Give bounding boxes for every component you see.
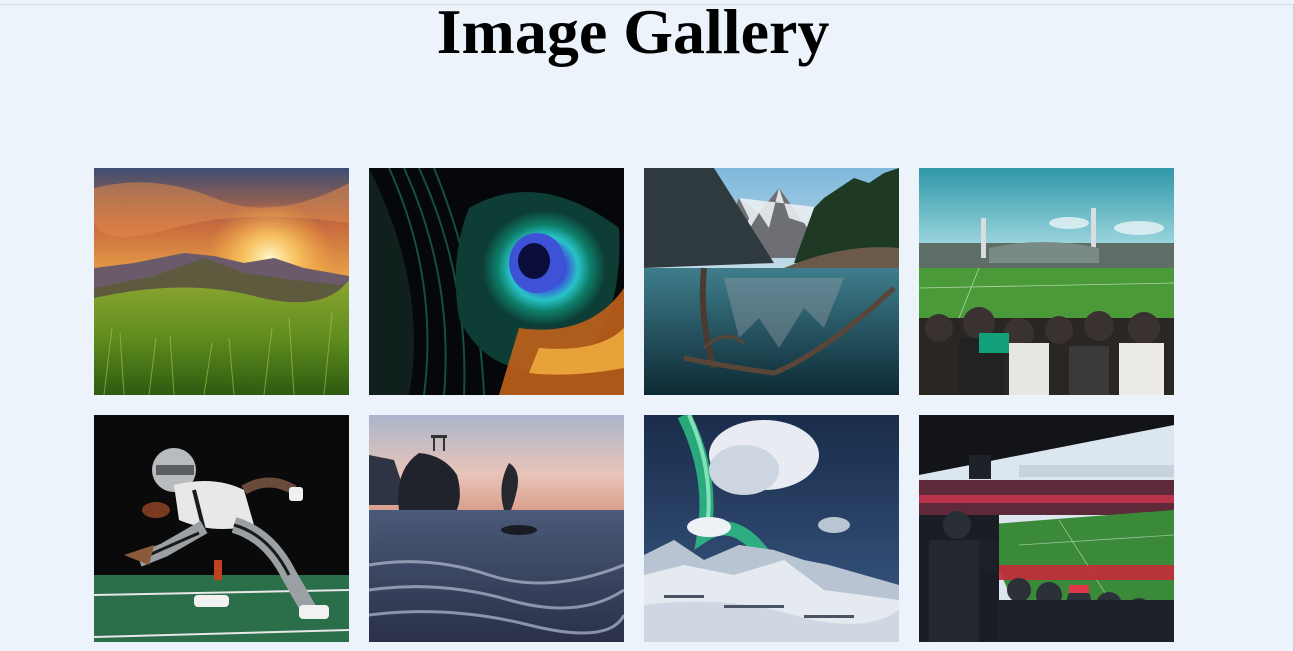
gallery-image-sea-rocks-sunset[interactable] — [369, 415, 624, 642]
gallery-image-mountain-sunset[interactable] — [94, 168, 349, 395]
image-gallery — [94, 168, 1174, 642]
gallery-image-football-player[interactable] — [94, 415, 349, 642]
gallery-image-aurora-snowy-mountains[interactable] — [644, 415, 899, 642]
gallery-image-peacock-feather[interactable] — [369, 168, 624, 395]
gallery-image-football-stadium[interactable] — [919, 168, 1174, 395]
gallery-image-mountain-lake[interactable] — [644, 168, 899, 395]
page-title: Image Gallery — [436, 0, 830, 67]
gallery-image-stadium-crowd[interactable] — [919, 415, 1174, 642]
